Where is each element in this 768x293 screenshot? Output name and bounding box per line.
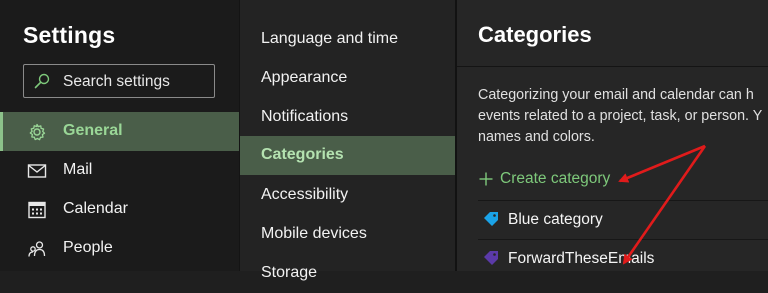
menu-label: Storage — [261, 264, 318, 281]
menu-item-notifications[interactable]: Notifications — [240, 98, 455, 137]
gear-icon — [29, 123, 46, 141]
tag-icon — [484, 212, 498, 226]
menu-item-language-and-time[interactable]: Language and time — [240, 20, 455, 59]
nav-label-general: General — [63, 122, 123, 139]
category-label: Blue category — [508, 211, 603, 228]
categories-description: Categorizing your email and calendar can… — [478, 85, 768, 148]
menu-label: Notifications — [261, 108, 349, 125]
category-label: ForwardTheseEmails — [508, 250, 655, 267]
menu-item-mobile-devices[interactable]: Mobile devices — [240, 215, 455, 254]
plus-icon — [479, 172, 493, 186]
search-icon — [34, 73, 50, 89]
menu-item-appearance[interactable]: Appearance — [240, 59, 455, 98]
divider — [457, 66, 768, 67]
nav-label-people: People — [63, 239, 113, 256]
menu-label: Accessibility — [261, 186, 349, 203]
menu-label: Mobile devices — [261, 225, 367, 242]
tag-icon — [484, 251, 498, 265]
menu-item-accessibility[interactable]: Accessibility — [240, 176, 455, 215]
description-line: Categorizing your email and calendar can… — [478, 87, 754, 103]
nav-item-calendar[interactable]: Calendar — [0, 190, 239, 229]
menu-label: Language and time — [261, 30, 398, 47]
create-category-label: Create category — [500, 170, 611, 187]
menu-label: Categories — [261, 146, 344, 163]
settings-sidebar: Settings Search settings General Mail Ca… — [0, 0, 239, 271]
nav-item-people[interactable]: People — [0, 229, 239, 268]
menu-item-storage[interactable]: Storage — [240, 254, 455, 293]
nav-item-general[interactable]: General — [0, 112, 239, 151]
search-settings-input[interactable]: Search settings — [23, 64, 215, 98]
description-line: events related to a project, task, or pe… — [478, 108, 763, 124]
category-row-blue[interactable]: Blue category — [478, 201, 768, 239]
nav-label-mail: Mail — [63, 161, 93, 178]
categories-panel: Categories Categorizing your email and c… — [457, 0, 768, 271]
people-icon — [28, 241, 46, 257]
calendar-icon — [28, 201, 46, 219]
nav-item-mail[interactable]: Mail — [0, 151, 239, 190]
category-row-forwardtheseemails[interactable]: ForwardTheseEmails — [478, 240, 768, 271]
nav-label-calendar: Calendar — [63, 200, 128, 217]
panel-title: Categories — [478, 22, 592, 47]
mail-icon — [27, 164, 47, 178]
menu-item-categories[interactable]: Categories — [240, 136, 455, 175]
settings-title: Settings — [23, 22, 116, 48]
search-placeholder: Search settings — [63, 73, 170, 90]
menu-label: Appearance — [261, 69, 348, 86]
general-submenu: Language and time Appearance Notificatio… — [240, 0, 455, 281]
description-line: names and colors. — [478, 129, 595, 145]
